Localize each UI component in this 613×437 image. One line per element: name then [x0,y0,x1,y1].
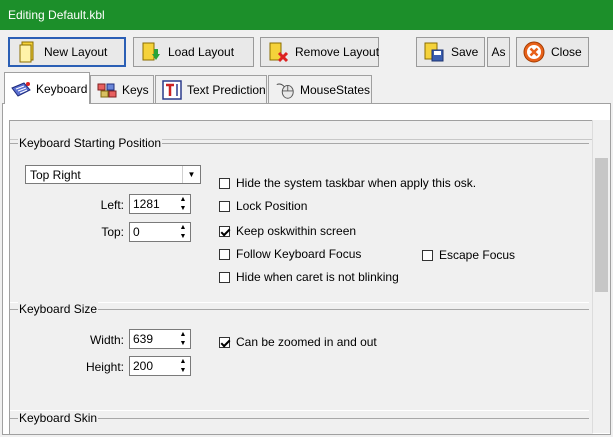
hide-caret-checkbox[interactable]: Hide when caret is not blinking [219,270,399,284]
new-layout-button[interactable]: New Layout [8,37,126,67]
settings-scroll-area: Keyboard Starting Position Top Right ▼ L… [9,120,593,434]
tab-panel-keyboard: Keyboard Starting Position Top Right ▼ L… [2,103,611,435]
height-value: 200 [133,359,154,373]
spin-arrows-icon: ▲ ▼ [179,196,187,212]
lock-position-checkbox[interactable]: Lock Position [219,199,307,213]
top-label: Top: [101,225,124,239]
escape-focus-label: Escape Focus [439,248,516,262]
close-button[interactable]: Close [516,37,589,67]
mouse-icon [274,80,296,100]
keep-within-screen-label: Keep oskwithin screen [236,224,357,238]
height-label: Height: [85,360,124,374]
text-prediction-icon [161,79,183,100]
keyboard-icon [10,79,32,99]
save-icon [423,41,445,63]
keys-icon [96,80,118,100]
starting-position-title: Keyboard Starting Position [18,136,163,150]
top-stepper[interactable]: 0 ▲ ▼ [129,222,191,242]
close-icon [523,41,545,63]
starting-position-group: Keyboard Starting Position Top Right ▼ L… [10,136,589,303]
position-dropdown-value: Top Right [30,167,81,182]
follow-focus-checkbox[interactable]: Follow Keyboard Focus [219,247,361,261]
tab-strip: Keyboard Keys Text Prediction MouseState… [0,72,613,104]
load-layout-label: Load Layout [168,45,235,59]
tab-keys-label: Keys [122,82,149,97]
checkbox-box-checked [219,336,230,348]
left-stepper[interactable]: 1281 ▲ ▼ [129,194,191,214]
keyboard-skin-title: Keyboard Skin [18,411,99,425]
remove-layout-icon [267,41,289,63]
save-button[interactable]: Save [416,37,485,67]
spin-arrows-icon: ▲ ▼ [179,331,187,347]
height-stepper[interactable]: 200 ▲ ▼ [129,356,191,376]
keyboard-size-title: Keyboard Size [18,302,99,316]
title-bar: Editing Default.kbl [0,0,613,30]
left-value: 1281 [133,197,160,211]
keyboard-skin-group: Keyboard Skin [10,411,589,434]
checkbox-box [219,200,230,212]
tab-keyboard[interactable]: Keyboard [4,72,90,104]
keyboard-size-group: Keyboard Size Width: 639 ▲ ▼ Height: 200 … [10,302,589,411]
lock-position-label: Lock Position [236,199,308,213]
checkbox-box [422,249,433,261]
checkbox-box [219,177,230,189]
new-layout-label: New Layout [44,45,108,59]
keep-within-screen-checkbox[interactable]: Keep oskwithin screen [219,224,356,238]
zoom-label: Can be zoomed in and out [236,335,377,349]
width-stepper[interactable]: 639 ▲ ▼ [129,329,191,349]
vertical-scrollbar[interactable] [592,120,610,433]
width-label: Width: [89,333,124,347]
save-as-button[interactable]: As [487,37,510,67]
escape-focus-checkbox[interactable]: Escape Focus [422,248,515,262]
left-label: Left: [100,198,124,212]
hide-caret-label: Hide when caret is not blinking [236,270,399,284]
tab-keyboard-label: Keyboard [36,81,88,96]
chevron-down-icon: ▼ [182,166,200,183]
zoom-checkbox[interactable]: Can be zoomed in and out [219,335,377,349]
tab-mousestates-label: MouseStates [300,82,371,97]
load-layout-button[interactable]: Load Layout [133,37,254,67]
tab-mousestates[interactable]: MouseStates [268,75,372,103]
new-layout-icon [16,41,38,63]
tab-keys[interactable]: Keys [90,75,154,103]
scrollbar-thumb[interactable] [595,158,608,292]
checkbox-box [219,248,230,260]
tab-text-prediction-label: Text Prediction [187,82,266,97]
tab-text-prediction[interactable]: Text Prediction [155,75,267,103]
hide-taskbar-checkbox[interactable]: Hide the system taskbar when apply this … [219,176,476,190]
load-layout-icon [140,41,162,63]
position-dropdown[interactable]: Top Right ▼ [25,165,201,184]
spin-arrows-icon: ▲ ▼ [179,224,187,240]
spin-arrows-icon: ▲ ▼ [179,358,187,374]
checkbox-box-checked [219,225,230,237]
follow-focus-label: Follow Keyboard Focus [236,247,362,261]
top-value: 0 [133,225,140,239]
toolbar: New Layout Load Layout Remove Layout Sav… [0,30,613,72]
save-label: Save [451,45,479,59]
window-title: Editing Default.kbl [8,8,105,22]
close-label: Close [551,45,582,59]
hide-taskbar-label: Hide the system taskbar when apply this … [236,176,477,190]
checkbox-box [219,271,230,283]
width-value: 639 [133,332,154,346]
remove-layout-label: Remove Layout [295,45,380,59]
save-as-label: As [491,45,506,59]
remove-layout-button[interactable]: Remove Layout [260,37,379,67]
